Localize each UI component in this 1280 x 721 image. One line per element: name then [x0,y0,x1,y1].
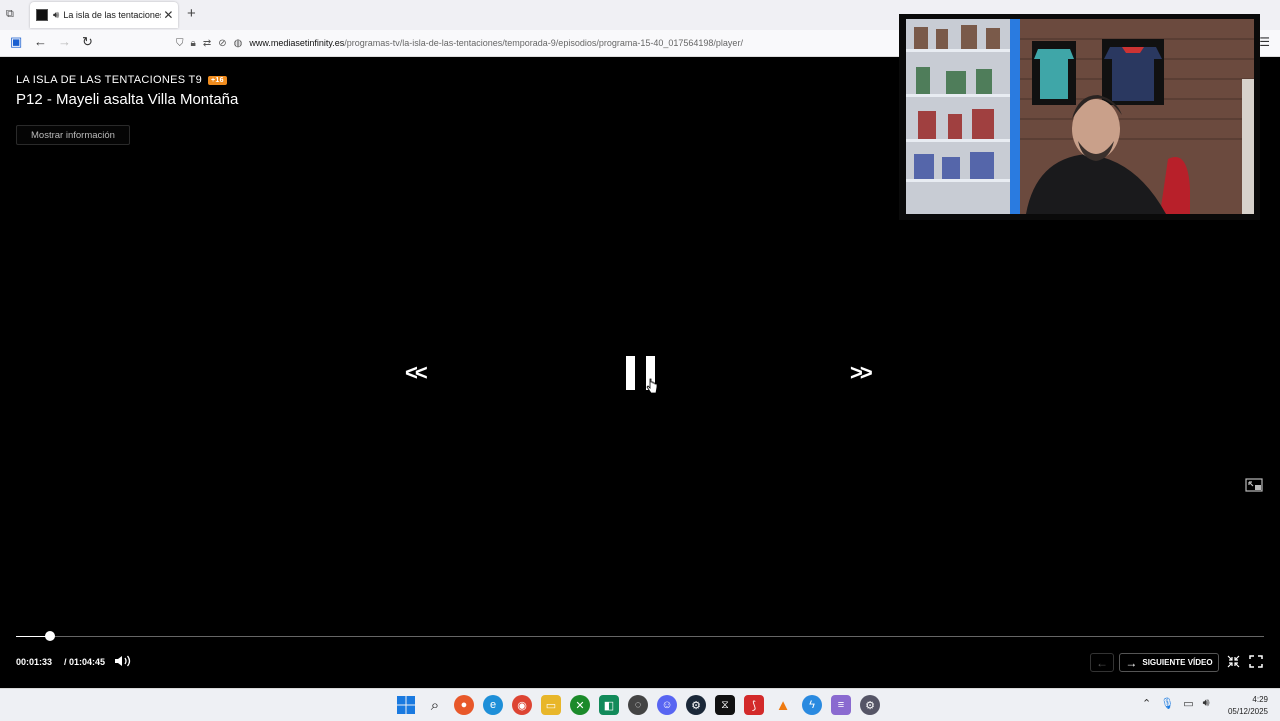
discord-icon[interactable]: ☺ [657,695,677,715]
pause-bar-left [626,356,635,390]
clock-time: 4:29 [1252,695,1268,704]
microphone-icon[interactable]: 🎙︎ [1160,697,1174,710]
lock-icon[interactable]: 🔒︎ [191,38,196,49]
edge-icon[interactable]: e [483,695,503,715]
windows-start-icon[interactable] [396,695,416,715]
speaker-icon[interactable]: 🔊︎ [53,10,59,21]
show-info-button[interactable]: Mostrar información [16,125,130,145]
fullscreen-icon[interactable] [1249,655,1263,668]
steam-icon[interactable]: ⚙ [686,695,706,715]
chevron-up-icon[interactable]: ⌃ [1142,697,1151,710]
pdf-reader-icon[interactable]: ⟆ [744,695,764,715]
webcam-overlay [899,14,1260,220]
browser-tab[interactable]: 🔊︎ La isla de las tentaciones: P ✕ [30,2,178,28]
tab-list-icon[interactable]: ⧉ [6,8,14,21]
windows-taskbar: ⌕ ● e ◉ ▭ ✕ ◧ ◌ ☺ ⚙ ⧖ ⟆ ▲ ϟ ≡ ⚙ ⌃ 🎙︎ ▭ 🔊… [0,688,1280,721]
messenger-icon[interactable]: ϟ [802,695,822,715]
url-text[interactable]: www.mediasetinfinity.es/programas-tv/la-… [249,38,743,48]
clock-date: 05/12/2025 [1227,707,1268,716]
arrow-right-icon: → [1125,655,1138,670]
age-rating-badge: +16 [208,75,227,85]
search-icon[interactable]: ⌕ [425,695,445,715]
close-tab-icon[interactable]: ✕ [163,8,173,22]
vlc-icon[interactable]: ▲ [773,695,793,715]
clock[interactable]: 4:29 05/12/2025 [1228,694,1268,718]
url-path: /programas-tv/la-isla-de-las-tentaciones… [344,38,743,48]
forward-icon[interactable]: → [58,34,71,49]
capcut-icon[interactable]: ⧖ [715,695,735,715]
episode-title: P12 - Mayeli asalta Villa Montaña [16,91,239,108]
show-title: LA ISLA DE LAS TENTACIONES T9 +16 [16,74,227,86]
current-time: 00:01:33 [16,657,53,667]
chrome-icon[interactable]: ◉ [512,695,532,715]
speaker-icon[interactable]: 🔊︎ [1203,697,1210,710]
next-video-label: SIGUIENTE VÍDEO [1142,658,1213,667]
forward-button[interactable]: >> [850,360,873,386]
progress-track[interactable] [16,631,1264,641]
volume-icon[interactable] [114,654,132,668]
obs-icon[interactable]: ◌ [628,695,648,715]
webcam-video [906,19,1254,214]
arrow-left-icon: ← [1096,655,1108,670]
progress-handle[interactable] [45,631,56,641]
permissions-icon[interactable]: ⇄ [203,38,211,49]
site-icon: ◍ [233,37,243,49]
sidebar-icon[interactable]: ▣ [10,34,22,50]
picture-in-picture-icon[interactable] [1245,478,1263,492]
minimize-player-icon[interactable] [1227,655,1240,668]
new-tab-icon[interactable]: + [187,5,196,22]
shield-icon[interactable]: ⛉ [176,38,184,49]
settings-icon[interactable]: ⚙ [860,695,880,715]
notepad-icon[interactable]: ≡ [831,695,851,715]
xbox-icon[interactable]: ✕ [570,695,590,715]
firefox-icon[interactable]: ● [454,695,474,715]
next-video-button[interactable]: → SIGUIENTE VÍDEO [1119,653,1219,672]
system-tray: ⌃ 🎙︎ ▭ 🔊︎ [1142,697,1210,710]
hand-cursor-icon [646,378,658,394]
total-time: / 01:04:45 [64,657,106,667]
android-studio-icon[interactable]: ◧ [599,695,619,715]
back-icon[interactable]: ← [34,34,47,49]
site-favicon-icon [36,9,48,21]
tab-title: La isla de las tentaciones: P [63,10,161,20]
reload-icon[interactable]: ↻ [82,34,93,50]
previous-video-button[interactable]: ← [1090,653,1114,672]
file-explorer-icon[interactable]: ▭ [541,695,561,715]
show-title-text: LA ISLA DE LAS TENTACIONES T9 [16,74,202,86]
url-host: www.mediasetinfinity.es [249,38,345,48]
autoplay-icon[interactable]: ⊘ [218,38,226,49]
network-icon[interactable]: ▭ [1183,697,1193,710]
taskbar-apps: ⌕ ● e ◉ ▭ ✕ ◧ ◌ ☺ ⚙ ⧖ ⟆ ▲ ϟ ≡ ⚙ [396,689,880,721]
url-bar[interactable]: ⛉ 🔒︎ ⇄ ⊘ ◍ www.mediasetinfinity.es/progr… [176,33,896,53]
menu-icon[interactable]: ☰ [1259,35,1270,49]
rewind-button[interactable]: << [405,360,428,386]
